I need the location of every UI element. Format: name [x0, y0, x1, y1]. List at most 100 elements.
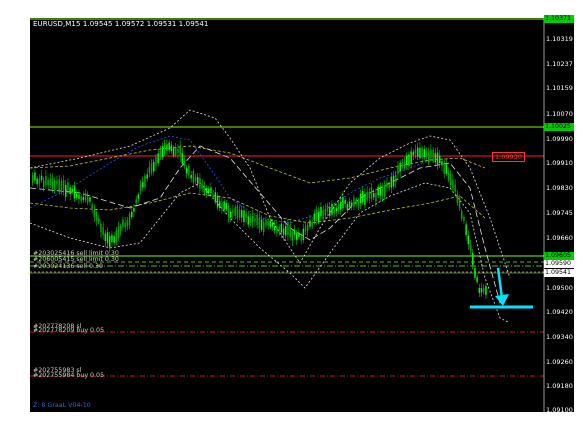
- candle: [161, 146, 164, 158]
- candle: [164, 142, 166, 154]
- candle: [249, 218, 252, 223]
- candle: [390, 176, 393, 188]
- candle: [166, 144, 168, 151]
- candle: [430, 149, 432, 158]
- candle: [463, 216, 465, 221]
- candle: [287, 223, 289, 236]
- candle: [181, 153, 184, 164]
- indicator-label: Z: 8 GraaL V04-10: [33, 402, 91, 409]
- candle: [225, 202, 228, 210]
- candle: [447, 173, 450, 180]
- candle: [461, 210, 463, 219]
- candle: [38, 178, 41, 184]
- candle: [212, 193, 214, 198]
- order-label[interactable]: #203024136 sell 0.30: [33, 263, 103, 270]
- price-scale-label: 1.09180: [546, 382, 573, 390]
- candle: [377, 186, 379, 196]
- candle: [469, 245, 472, 251]
- candle: [43, 180, 45, 188]
- candle: [208, 188, 210, 193]
- candle: [269, 220, 272, 227]
- chart-window[interactable]: EURUSD,M15 1.09545 1.09572 1.09531 1.095…: [30, 15, 574, 414]
- order-label[interactable]: #202778209 buy 0.05: [33, 327, 104, 334]
- candle: [139, 184, 142, 191]
- candle: [258, 217, 261, 229]
- candle: [214, 192, 217, 203]
- candle: [296, 232, 298, 240]
- candle: [445, 164, 448, 174]
- candle: [120, 225, 122, 231]
- candle: [137, 194, 140, 199]
- price-scale-label: 1.09340: [546, 333, 573, 341]
- candle: [355, 199, 357, 205]
- candle: [483, 288, 485, 292]
- candle: [135, 199, 137, 204]
- candle: [271, 222, 274, 227]
- price-chart[interactable]: [30, 18, 574, 412]
- candle: [320, 206, 322, 217]
- candle: [230, 211, 232, 217]
- candle: [419, 147, 421, 159]
- candle: [480, 288, 483, 293]
- candle: [227, 205, 230, 218]
- candle: [102, 227, 104, 236]
- candle: [458, 197, 461, 209]
- price-scale-label: 1.09100: [546, 406, 573, 414]
- candle: [388, 183, 390, 189]
- candle: [278, 226, 280, 232]
- candle: [276, 225, 278, 233]
- candle: [392, 175, 395, 187]
- candle: [348, 201, 351, 207]
- candle: [91, 204, 93, 209]
- price-scale-label: 1.10319: [546, 35, 573, 43]
- candle: [109, 236, 111, 248]
- candle: [199, 178, 201, 190]
- candlestick-series[interactable]: [32, 139, 487, 300]
- candle: [148, 166, 151, 173]
- candle: [131, 211, 133, 218]
- candle: [80, 196, 82, 202]
- candle: [236, 206, 239, 219]
- candle: [401, 162, 404, 167]
- candle: [51, 177, 54, 189]
- order-label[interactable]: #202755984 buy 0.05: [33, 372, 104, 379]
- candle: [203, 185, 206, 193]
- candle: [252, 215, 254, 223]
- candle: [318, 211, 320, 222]
- candle: [439, 155, 441, 163]
- candle: [309, 220, 311, 227]
- candle: [291, 231, 294, 241]
- red-level-label: 1.09930: [492, 152, 525, 162]
- candle: [95, 211, 98, 221]
- price-scale-label: 1.09830: [546, 184, 573, 192]
- candle: [194, 177, 197, 182]
- candle: [234, 207, 236, 216]
- candle: [126, 220, 129, 227]
- candle: [84, 193, 87, 201]
- price-tag-order: 1.09590: [544, 260, 574, 268]
- candle: [474, 268, 476, 278]
- candle: [128, 214, 131, 226]
- candle: [381, 185, 384, 197]
- candle: [395, 174, 397, 183]
- candle: [40, 175, 43, 181]
- candle: [177, 149, 179, 153]
- candle: [293, 230, 296, 235]
- candle: [87, 196, 89, 203]
- candle: [197, 177, 199, 184]
- candle: [263, 221, 265, 232]
- candle: [432, 149, 434, 162]
- candle: [256, 215, 258, 225]
- candle: [71, 188, 74, 192]
- order-label[interactable]: #206005415 sell limit 0.30: [33, 256, 119, 263]
- chart-title: EURUSD,M15 1.09545 1.09572 1.09531 1.095…: [33, 20, 209, 28]
- candle: [370, 187, 373, 199]
- candle: [428, 151, 430, 163]
- arrow-shaft: [496, 267, 504, 299]
- candle: [364, 193, 366, 205]
- candle: [414, 149, 417, 154]
- price-tag-green-lower: 1.09605: [544, 252, 574, 260]
- price-scale-label: 1.09420: [546, 308, 573, 316]
- candle: [472, 253, 474, 265]
- candle: [425, 151, 428, 156]
